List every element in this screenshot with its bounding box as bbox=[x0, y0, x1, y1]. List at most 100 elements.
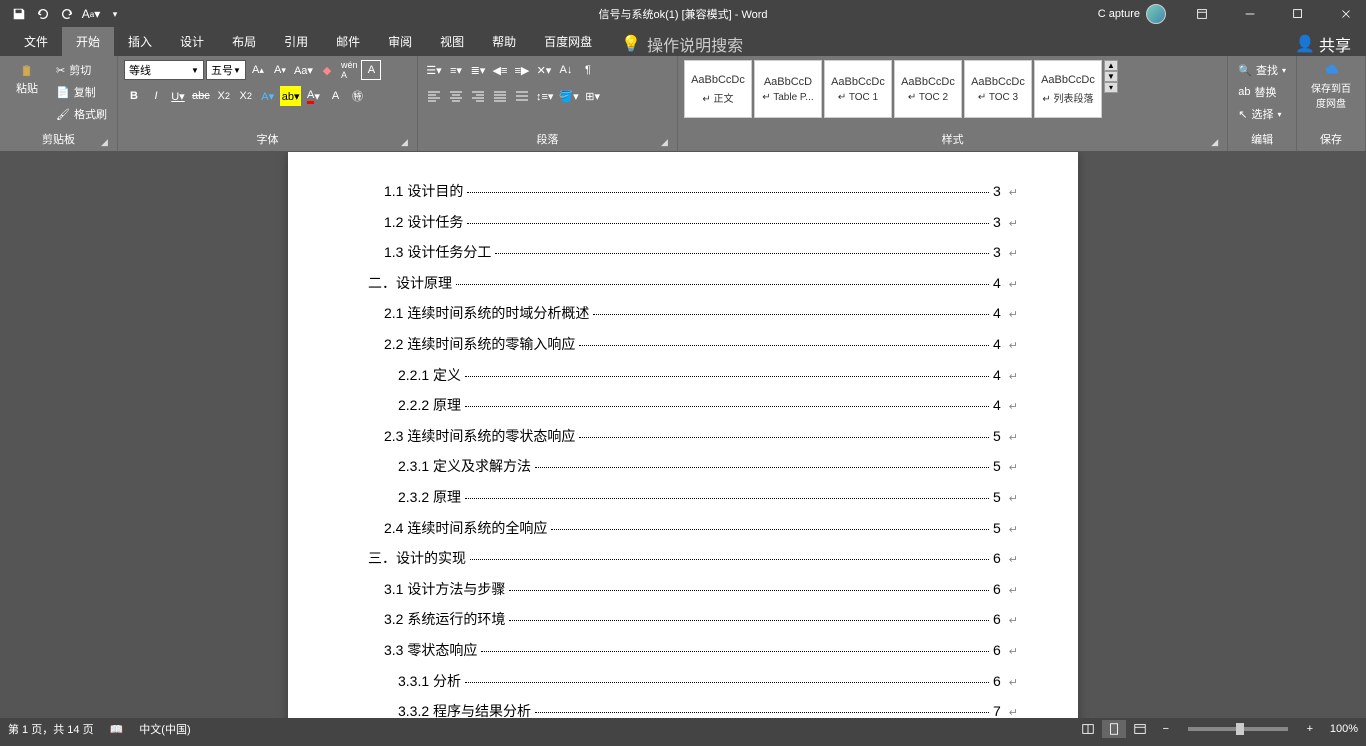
toc-entry[interactable]: 2.3.2 原理5↵ bbox=[348, 486, 1018, 509]
replace-button[interactable]: ab替换 bbox=[1234, 82, 1290, 102]
zoom-level[interactable]: 100% bbox=[1330, 723, 1358, 735]
tab-insert[interactable]: 插入 bbox=[114, 27, 166, 56]
shading-icon[interactable]: 🪣▾ bbox=[557, 86, 580, 106]
spellcheck-icon[interactable]: 📖 bbox=[110, 723, 124, 736]
tab-help[interactable]: 帮助 bbox=[478, 27, 530, 56]
numbering-icon[interactable]: ≡▾ bbox=[446, 60, 466, 80]
print-layout-icon[interactable] bbox=[1102, 720, 1126, 738]
style-card-0[interactable]: AaBbCcDc↵ 正文 bbox=[684, 60, 752, 118]
bullets-icon[interactable]: ☰▾ bbox=[424, 60, 444, 80]
find-button[interactable]: 🔍查找▾ bbox=[1234, 60, 1290, 80]
font-launcher-icon[interactable]: ◢ bbox=[401, 137, 413, 149]
styles-launcher-icon[interactable]: ◢ bbox=[1211, 137, 1223, 149]
highlight-icon[interactable]: ab▾ bbox=[280, 86, 302, 106]
toc-entry[interactable]: 2.2.1 定义4↵ bbox=[348, 364, 1018, 387]
multilevel-icon[interactable]: ≣▾ bbox=[468, 60, 488, 80]
toc-entry[interactable]: 1.1 设计目的3↵ bbox=[348, 180, 1018, 203]
paste-button[interactable]: 粘贴 bbox=[6, 60, 48, 100]
toc-entry[interactable]: 1.3 设计任务分工3↵ bbox=[348, 241, 1018, 264]
document-area[interactable]: 1.1 设计目的3↵ 1.2 设计任务3↵ 1.3 设计任务分工3↵ 二．设计原理4↵… bbox=[0, 152, 1366, 718]
align-left-icon[interactable] bbox=[424, 86, 444, 106]
enclose-char-icon[interactable]: ㊕ bbox=[347, 86, 367, 106]
style-up-icon[interactable]: ▲ bbox=[1104, 60, 1118, 71]
align-right-icon[interactable] bbox=[468, 86, 488, 106]
style-card-3[interactable]: AaBbCcDc↵ TOC 2 bbox=[894, 60, 962, 118]
tell-me-search[interactable]: 💡 操作说明搜索 bbox=[621, 32, 743, 56]
toc-entry[interactable]: 3.1 设计方法与步骤6↵ bbox=[348, 578, 1018, 601]
toc-entry[interactable]: 三．设计的实现6↵ bbox=[348, 547, 1018, 570]
toc-entry[interactable]: 3.3.1 分析6↵ bbox=[348, 670, 1018, 693]
toc-entry[interactable]: 2.1 连续时间系统的时域分析概述4↵ bbox=[348, 302, 1018, 325]
decrease-indent-icon[interactable]: ◀≡ bbox=[490, 60, 510, 80]
asian-layout-icon[interactable]: ✕▾ bbox=[534, 60, 554, 80]
toc-entry[interactable]: 2.3 连续时间系统的零状态响应5↵ bbox=[348, 425, 1018, 448]
close-icon[interactable] bbox=[1326, 0, 1366, 28]
toc-entry[interactable]: 3.2 系统运行的环境6↵ bbox=[348, 608, 1018, 631]
format-painter-button[interactable]: 🖌格式刷 bbox=[52, 104, 111, 124]
char-shading-icon[interactable]: A bbox=[325, 86, 345, 106]
tab-design[interactable]: 设计 bbox=[166, 27, 218, 56]
toc-entry[interactable]: 二．设计原理4↵ bbox=[348, 272, 1018, 295]
tab-layout[interactable]: 布局 bbox=[218, 27, 270, 56]
phonetic-icon[interactable]: wénA bbox=[339, 60, 360, 80]
strikethrough-icon[interactable]: abc bbox=[190, 86, 212, 106]
zoom-thumb[interactable] bbox=[1236, 723, 1244, 735]
select-button[interactable]: ↖选择▾ bbox=[1234, 104, 1290, 124]
distribute-icon[interactable] bbox=[512, 86, 532, 106]
paragraph-launcher-icon[interactable]: ◢ bbox=[661, 137, 673, 149]
tab-references[interactable]: 引用 bbox=[270, 27, 322, 56]
zoom-in-icon[interactable]: + bbox=[1298, 720, 1322, 738]
qat-font-icon[interactable]: Aa▾ bbox=[80, 3, 102, 25]
show-marks-icon[interactable]: ¶ bbox=[578, 60, 598, 80]
user-account[interactable]: C apture bbox=[1098, 4, 1174, 24]
font-size-select[interactable]: 五号▼ bbox=[206, 60, 246, 80]
style-card-5[interactable]: AaBbCcDc↵ 列表段落 bbox=[1034, 60, 1102, 118]
toc-entry[interactable]: 2.3.1 定义及求解方法5↵ bbox=[348, 455, 1018, 478]
share-button[interactable]: 👤 共享 bbox=[1295, 32, 1351, 56]
grow-font-icon[interactable]: A▴ bbox=[248, 60, 268, 80]
font-color-icon[interactable]: A▾ bbox=[303, 86, 323, 106]
save-icon[interactable] bbox=[8, 3, 30, 25]
maximize-icon[interactable] bbox=[1278, 0, 1318, 28]
style-more-icon[interactable]: ▾ bbox=[1104, 82, 1118, 93]
justify-icon[interactable] bbox=[490, 86, 510, 106]
text-effects-icon[interactable]: A▾ bbox=[258, 86, 278, 106]
align-center-icon[interactable] bbox=[446, 86, 466, 106]
read-mode-icon[interactable] bbox=[1076, 720, 1100, 738]
tab-home[interactable]: 开始 bbox=[62, 27, 114, 56]
italic-icon[interactable]: I bbox=[146, 86, 166, 106]
language-status[interactable]: 中文(中国) bbox=[139, 721, 190, 737]
style-down-icon[interactable]: ▼ bbox=[1104, 71, 1118, 82]
minimize-icon[interactable] bbox=[1230, 0, 1270, 28]
subscript-icon[interactable]: X2 bbox=[214, 86, 234, 106]
char-border-icon[interactable]: A bbox=[361, 60, 381, 80]
tab-file[interactable]: 文件 bbox=[10, 27, 62, 56]
zoom-slider[interactable] bbox=[1188, 727, 1288, 731]
line-spacing-icon[interactable]: ↕≡▾ bbox=[534, 86, 555, 106]
bold-icon[interactable]: B bbox=[124, 86, 144, 106]
tab-view[interactable]: 视图 bbox=[426, 27, 478, 56]
font-name-select[interactable]: 等线▼ bbox=[124, 60, 204, 80]
zoom-out-icon[interactable]: − bbox=[1154, 720, 1178, 738]
tab-mailings[interactable]: 邮件 bbox=[322, 27, 374, 56]
borders-icon[interactable]: ⊞▾ bbox=[583, 86, 603, 106]
style-card-1[interactable]: AaBbCcD↵ Table P... bbox=[754, 60, 822, 118]
toc-entry[interactable]: 2.4 连续时间系统的全响应5↵ bbox=[348, 517, 1018, 540]
superscript-icon[interactable]: X2 bbox=[236, 86, 256, 106]
toc-entry[interactable]: 2.2.2 原理4↵ bbox=[348, 394, 1018, 417]
style-card-2[interactable]: AaBbCcDc↵ TOC 1 bbox=[824, 60, 892, 118]
toc-entry[interactable]: 1.2 设计任务3↵ bbox=[348, 211, 1018, 234]
tab-baidu[interactable]: 百度网盘 bbox=[530, 27, 606, 56]
undo-icon[interactable] bbox=[32, 3, 54, 25]
toc-entry[interactable]: 3.3 零状态响应6↵ bbox=[348, 639, 1018, 662]
tab-review[interactable]: 审阅 bbox=[374, 27, 426, 56]
customize-qat-icon[interactable]: ▾ bbox=[104, 3, 126, 25]
toc-entry[interactable]: 3.3.2 程序与结果分析7↵ bbox=[348, 700, 1018, 718]
underline-icon[interactable]: U▾ bbox=[168, 86, 188, 106]
shrink-font-icon[interactable]: A▾ bbox=[270, 60, 290, 80]
save-baidu-button[interactable]: 保存到百度网盘 bbox=[1303, 60, 1359, 114]
copy-button[interactable]: 📄复制 bbox=[52, 82, 111, 102]
change-case-icon[interactable]: Aa▾ bbox=[292, 60, 315, 80]
page-count[interactable]: 第 1 页，共 14 页 bbox=[8, 721, 94, 737]
web-layout-icon[interactable] bbox=[1128, 720, 1152, 738]
